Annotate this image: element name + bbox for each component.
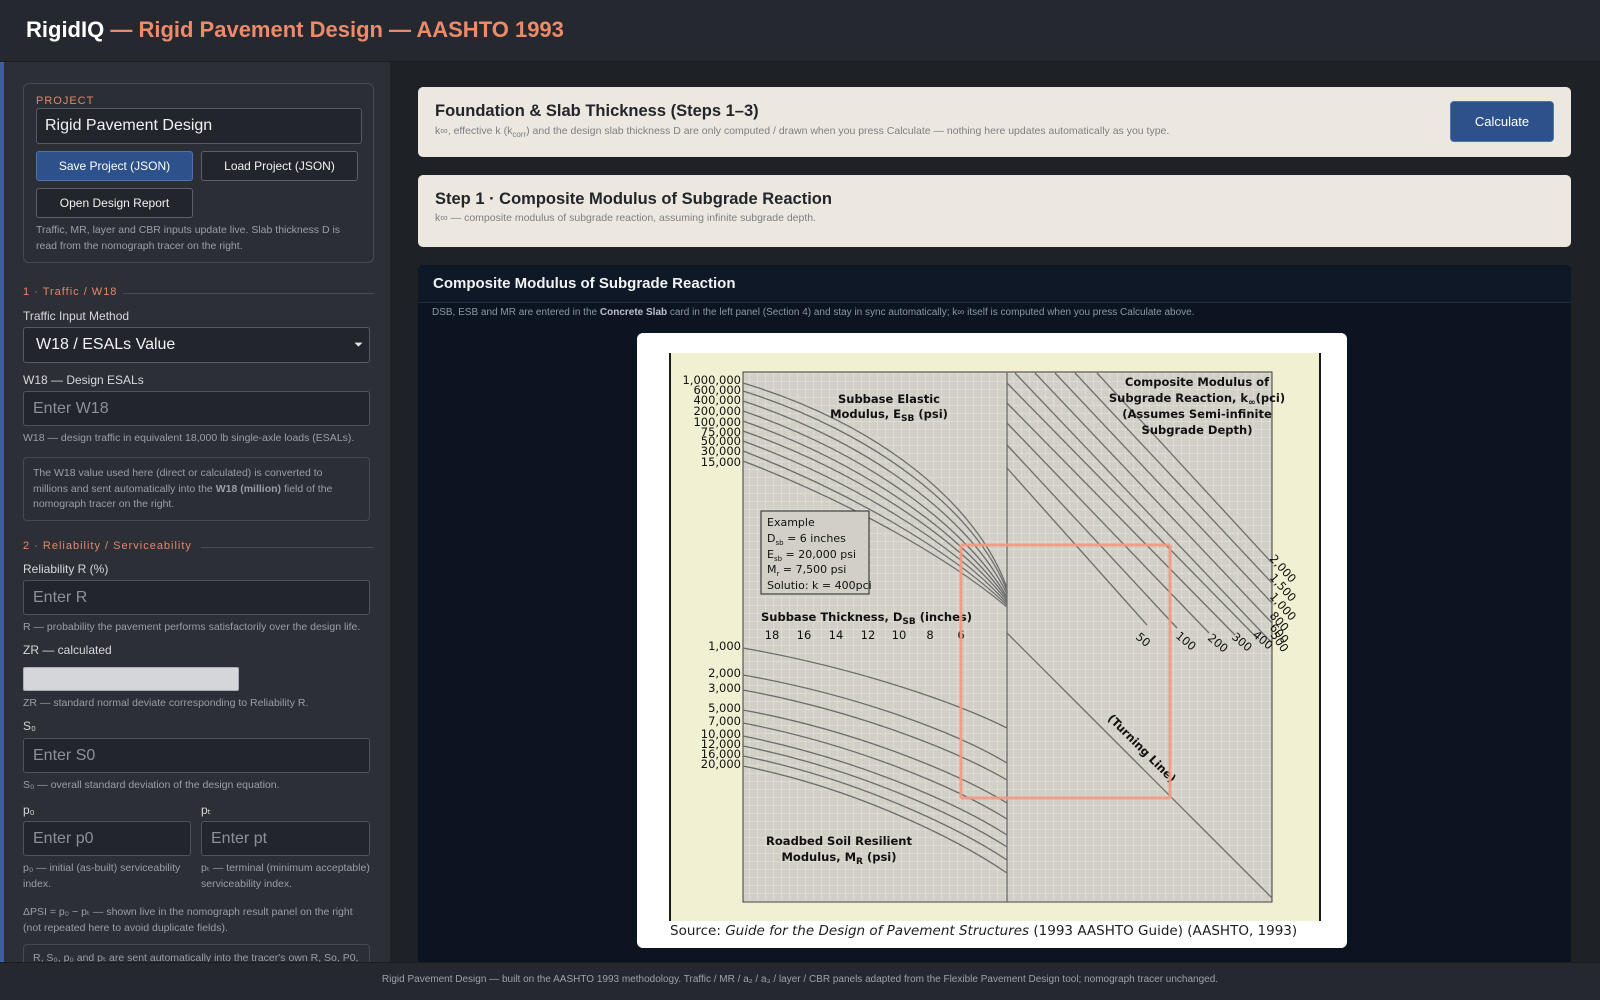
foundation-sub-b: ) and the design slab thickness D are on…	[526, 125, 1170, 137]
composite-sub-bold: Concrete Slab	[599, 307, 668, 318]
p0-hint: p₀ — initial (as-built) serviceability i…	[23, 862, 181, 890]
zr-label: ZR — calculated	[23, 643, 112, 657]
s0-hint: S₀ — overall standard deviation of the d…	[23, 779, 280, 791]
k-title-line1: Composite Modulus of	[1125, 375, 1270, 389]
foundation-panel: Foundation & Slab Thickness (Steps 1–3) …	[418, 87, 1571, 157]
composite-subtitle: DSB, ESB and MR are entered in the Concr…	[432, 307, 1195, 318]
dpsi-hint: ΔPSI = p₀ − pₜ — shown live in the nomog…	[23, 906, 353, 934]
top-bar: RigidIQ — Rigid Pavement Design — AASHTO…	[0, 0, 1600, 62]
foundation-sub-a: k∞, effective k (k	[435, 125, 513, 137]
s0-label: S₀	[23, 719, 36, 733]
esb-axis-title: Subbase Elastic Modulus, ESB (psi)	[830, 392, 948, 424]
w18-hint: W18 — design traffic in equivalent 18,00…	[23, 432, 355, 444]
mr-tick-label: 5,000	[708, 701, 741, 715]
reliability-input[interactable]: Enter R	[23, 580, 370, 615]
load-project-button[interactable]: Load Project (JSON)	[201, 151, 358, 181]
app-subtitle: — Rigid Pavement Design — AASHTO 1993	[104, 17, 564, 42]
mr-tick-label: 7,000	[708, 714, 741, 728]
reliability-label: Reliability R (%)	[23, 562, 109, 576]
example-mr: Mr = 7,500 psi	[767, 563, 846, 578]
project-hint: Traffic, MR, layer and CBR inputs update…	[36, 224, 341, 252]
dsb-tick-label: 18	[765, 628, 780, 642]
project-kicker: PROJECT	[36, 95, 95, 107]
composite-header: Composite Modulus of Subgrade Reaction	[418, 265, 1571, 303]
foundation-sub-subscript: corr	[512, 130, 527, 140]
reliability-section-title: 2 · Reliability / Serviceability	[23, 540, 192, 552]
p0-input[interactable]: Enter p0	[23, 821, 191, 856]
composite-title: Composite Modulus of Subgrade Reaction	[433, 275, 736, 292]
composite-sub-b: card in the left panel (Section 4) and s…	[667, 307, 1195, 318]
pt-input[interactable]: Enter pt	[201, 821, 370, 856]
project-name-input[interactable]	[36, 108, 362, 144]
source-prefix: Source:	[670, 923, 726, 939]
zr-output	[23, 667, 239, 691]
mr-axis-title: Roadbed Soil Resilient Modulus, MR (psi)	[766, 834, 912, 867]
dsb-tick-label: 12	[861, 628, 876, 642]
sidebar: PROJECT Save Project (JSON) Load Project…	[0, 62, 390, 962]
dsb-tick-label: 10	[892, 628, 907, 642]
p0-label: p₀	[23, 803, 35, 817]
step1-panel: Step 1 · Composite Modulus of Subgrade R…	[418, 175, 1571, 247]
nomograph-figure: 1,000,000 600,000 400,000 200,000 100,00…	[669, 353, 1321, 921]
pt-hint: pₜ — terminal (minimum acceptable) servi…	[201, 862, 370, 890]
source-title: Guide for the Design of Pavement Structu…	[725, 923, 1030, 939]
mr-tick-label: 2,000	[708, 666, 741, 680]
foundation-title: Foundation & Slab Thickness (Steps 1–3)	[435, 102, 759, 120]
save-project-button[interactable]: Save Project (JSON)	[36, 151, 193, 181]
composite-panel: Composite Modulus of Subgrade Reaction D…	[418, 265, 1571, 962]
sync-info-text: R, S₀, p₀ and pₜ are sent automatically …	[33, 952, 359, 962]
esb-title-line1: Subbase Elastic	[838, 392, 940, 406]
traffic-method-value: W18 / ESALs Value	[36, 336, 176, 353]
nomograph-source: Source: Guide for the Design of Pavement…	[670, 923, 1297, 939]
step1-title: Step 1 · Composite Modulus of Subgrade R…	[435, 190, 832, 208]
calculate-button[interactable]: Calculate	[1450, 101, 1554, 142]
project-card: PROJECT Save Project (JSON) Load Project…	[23, 83, 374, 263]
nomograph-card: 1,000,000 600,000 400,000 200,000 100,00…	[637, 333, 1347, 948]
k-title-line3: (Assumes Semi-infinite	[1122, 407, 1272, 421]
traffic-method-select[interactable]: W18 / ESALs Value ⏷	[23, 327, 370, 363]
app-brand: RigidIQ	[26, 17, 105, 42]
dsb-tick-label: 14	[829, 628, 844, 642]
mr-tick-label: 1,000	[708, 639, 741, 653]
w18-info-bold: W18 (million)	[215, 482, 282, 495]
step1-subtitle: k∞ — composite modulus of subgrade react…	[435, 212, 817, 224]
mr-tick-label: 20,000	[701, 757, 741, 771]
mr-title-line1: Roadbed Soil Resilient	[766, 834, 912, 848]
main-content: Foundation & Slab Thickness (Steps 1–3) …	[390, 62, 1600, 962]
mr-tick-label: 3,000	[708, 681, 741, 695]
chevron-down-icon: ⏷	[354, 339, 363, 351]
s0-input[interactable]: Enter S0	[23, 738, 370, 773]
foundation-subtitle: k∞, effective k (kcorr) and the design s…	[435, 125, 1169, 139]
w18-input[interactable]: Enter W18	[23, 391, 370, 426]
zr-hint: ZR — standard normal deviate correspondi…	[23, 697, 309, 709]
composite-sub-a: DSB, ESB and MR are entered in the	[432, 307, 600, 318]
dsb-tick-label: 16	[797, 628, 812, 642]
w18-info-box: The W18 value used here (direct or calcu…	[23, 457, 370, 521]
footer: Rigid Pavement Design — built on the AAS…	[0, 962, 1600, 1000]
app-title: RigidIQ — Rigid Pavement Design — AASHTO…	[26, 17, 564, 43]
traffic-method-label: Traffic Input Method	[23, 309, 130, 323]
reliability-hint: R — probability the pavement performs sa…	[23, 621, 361, 633]
open-design-report-button[interactable]: Open Design Report	[36, 188, 193, 218]
source-suffix: (1993 AASHTO Guide) (AASHTO, 1993)	[1029, 923, 1298, 939]
example-title: Example	[767, 516, 815, 529]
pt-label: pₜ	[201, 803, 212, 817]
traffic-section-heading: 1 · Traffic / W18	[23, 286, 374, 298]
esb-tick-label: 15,000	[701, 455, 741, 469]
w18-label: W18 — Design ESALs	[23, 373, 144, 387]
example-solution: Solutio: k = 400pci	[767, 579, 872, 592]
k-title-line4: Subgrade Depth)	[1142, 423, 1253, 437]
sync-info-box: R, S₀, p₀ and pₜ are sent automatically …	[23, 944, 370, 962]
reliability-section-heading: 2 · Reliability / Serviceability	[23, 540, 374, 552]
traffic-section-title: 1 · Traffic / W18	[23, 286, 118, 298]
dsb-tick-label: 8	[926, 628, 933, 642]
